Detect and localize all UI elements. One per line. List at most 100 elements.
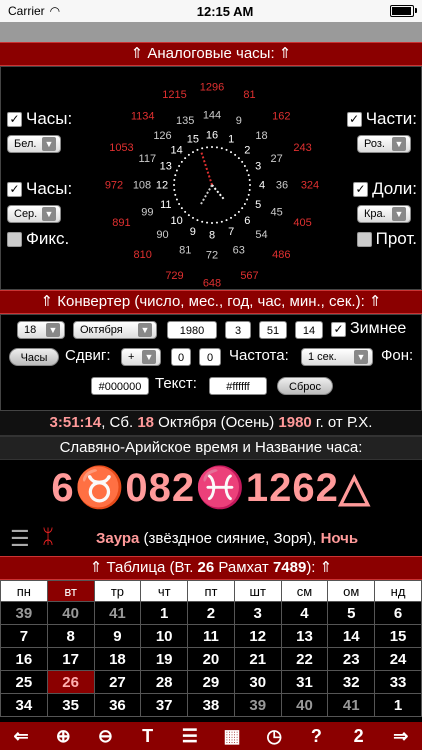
- calendar-day[interactable]: 37: [140, 693, 189, 717]
- shift-input-2[interactable]: 0: [199, 348, 221, 366]
- calendar-day[interactable]: 10: [140, 624, 189, 648]
- analog-clock: 1296811622433244054865676487298108919721…: [105, 82, 319, 289]
- clock-icon[interactable]: ◷: [259, 726, 289, 747]
- zoom-in-icon[interactable]: ⊕: [48, 726, 78, 747]
- calendar-day[interactable]: 1: [140, 601, 189, 625]
- clock-outer-number: 486: [272, 249, 290, 261]
- calendar-day[interactable]: 18: [93, 647, 142, 671]
- calendar-day[interactable]: 7: [0, 624, 48, 648]
- minute-input[interactable]: 51: [259, 321, 287, 339]
- calendar-day[interactable]: 4: [280, 601, 329, 625]
- chevron-down-icon: ▼: [46, 323, 60, 337]
- calendar-day[interactable]: 9: [93, 624, 142, 648]
- calendar-day[interactable]: 3: [233, 601, 282, 625]
- calendar-day[interactable]: 40: [46, 601, 95, 625]
- hour-input[interactable]: 3: [225, 321, 251, 339]
- calendar-day[interactable]: 22: [280, 647, 329, 671]
- calendar-day[interactable]: 39: [0, 601, 48, 625]
- text-icon[interactable]: T: [133, 726, 163, 747]
- month-select[interactable]: Октября ▼: [73, 321, 157, 339]
- calendar-day[interactable]: 33: [374, 670, 422, 694]
- calendar-day[interactable]: 11: [187, 624, 235, 648]
- shift-sign-select[interactable]: + ▼: [121, 348, 161, 366]
- clock-middle-number: 54: [255, 229, 267, 241]
- calendar-day[interactable]: 1: [374, 693, 422, 717]
- page-two-icon[interactable]: 2: [344, 726, 374, 747]
- calendar-day[interactable]: 32: [327, 670, 376, 694]
- calendar-day[interactable]: 36: [93, 693, 142, 717]
- converter-header[interactable]: ⇑ Конвертер (число, мес., год, час, мин.…: [0, 290, 422, 314]
- calendar-day[interactable]: 17: [46, 647, 95, 671]
- calendar-day[interactable]: 14: [327, 624, 376, 648]
- year-input[interactable]: 1980: [167, 321, 217, 339]
- background-color-input[interactable]: #000000: [91, 377, 149, 395]
- clock-tick: [201, 220, 204, 223]
- navigation-bar: [0, 22, 422, 42]
- carrier-label: Carrier: [8, 4, 45, 18]
- table-header[interactable]: ⇑ Таблица (Вт. 26 Рамхат 7489): ⇑: [0, 556, 422, 580]
- frequency-label: Частота:: [229, 347, 289, 364]
- list-icon[interactable]: ☰: [175, 726, 205, 747]
- clock-tick: [175, 169, 178, 172]
- calendar-day[interactable]: 2: [187, 601, 235, 625]
- calendar-day[interactable]: 21: [233, 647, 282, 671]
- bottom-toolbar: ⇐ ⊕ ⊖ T ☰ ▦ ◷? 2 ⇒: [0, 722, 422, 750]
- calendar-day[interactable]: 39: [233, 693, 282, 717]
- calendar-day[interactable]: 31: [280, 670, 329, 694]
- calendar-day[interactable]: 30: [233, 670, 282, 694]
- status-time: 12:15 AM: [196, 3, 254, 19]
- day-select[interactable]: 18 ▼: [17, 321, 65, 339]
- shift-input-1[interactable]: 0: [171, 348, 191, 366]
- calendar-day[interactable]: 38: [187, 693, 235, 717]
- frequency-select[interactable]: 1 сек. ▼: [301, 348, 373, 366]
- clock-middle-number: 72: [206, 250, 218, 262]
- chevron-down-icon: ▼: [138, 323, 152, 337]
- text-color-input[interactable]: #ffffff: [209, 377, 267, 395]
- hours-button[interactable]: Часы: [9, 348, 59, 366]
- calendar-day[interactable]: 27: [93, 670, 142, 694]
- clock-middle-number: 126: [153, 130, 171, 142]
- weekday-header: тр: [93, 580, 142, 602]
- winter-checkbox[interactable]: ✓ Зимнее: [331, 320, 406, 338]
- back-icon[interactable]: ⇐: [6, 726, 36, 747]
- grid-icon[interactable]: ▦: [217, 726, 247, 747]
- clock-tick: [230, 151, 232, 154]
- clock-outer-number: 972: [105, 180, 123, 192]
- calendar-day[interactable]: 20: [187, 647, 235, 671]
- calendar-day[interactable]: 12: [233, 624, 282, 648]
- calendar-day[interactable]: 41: [93, 601, 142, 625]
- clock-inner-number: 8: [209, 230, 215, 242]
- calendar-day[interactable]: 23: [327, 647, 376, 671]
- clock-inner-number: 15: [187, 133, 199, 145]
- calendar-day[interactable]: 25: [0, 670, 48, 694]
- calendar-day[interactable]: 28: [140, 670, 189, 694]
- calendar-day[interactable]: 40: [280, 693, 329, 717]
- calendar-day[interactable]: 41: [327, 693, 376, 717]
- calendar-day[interactable]: 8: [46, 624, 95, 648]
- calendar-day[interactable]: 6: [374, 601, 422, 625]
- calendar-day[interactable]: 16: [0, 647, 48, 671]
- calendar-day[interactable]: 26: [46, 670, 95, 694]
- calendar-day[interactable]: 34: [0, 693, 48, 717]
- table-row: 34 35 36 37 38 39 40 41 1: [0, 693, 422, 717]
- slavic-time-header[interactable]: Славяно-Арийское время и Название часа:: [0, 436, 422, 460]
- second-input[interactable]: 14: [295, 321, 323, 339]
- calendar-day[interactable]: 15: [374, 624, 422, 648]
- help-icon[interactable]: ?: [301, 726, 331, 747]
- clock-tick: [246, 198, 249, 201]
- clock-tick: [241, 207, 244, 210]
- clock-inner-number: 9: [190, 226, 196, 238]
- zoom-out-icon[interactable]: ⊖: [90, 726, 120, 747]
- clock-inner-number: 13: [160, 161, 172, 173]
- calendar-day[interactable]: 35: [46, 693, 95, 717]
- analog-clock-header[interactable]: ⇑ Аналоговые часы: ⇑: [0, 42, 422, 66]
- calendar-day[interactable]: 13: [280, 624, 329, 648]
- calendar-day[interactable]: 29: [187, 670, 235, 694]
- calendar-day[interactable]: 24: [374, 647, 422, 671]
- calendar-day[interactable]: 19: [140, 647, 189, 671]
- calendar-day[interactable]: 5: [327, 601, 376, 625]
- reset-button[interactable]: Сброс: [277, 377, 333, 395]
- check-icon: ✓: [331, 321, 346, 337]
- menu-lines-icon[interactable]: ☰: [10, 526, 30, 552]
- forward-icon[interactable]: ⇒: [386, 726, 416, 747]
